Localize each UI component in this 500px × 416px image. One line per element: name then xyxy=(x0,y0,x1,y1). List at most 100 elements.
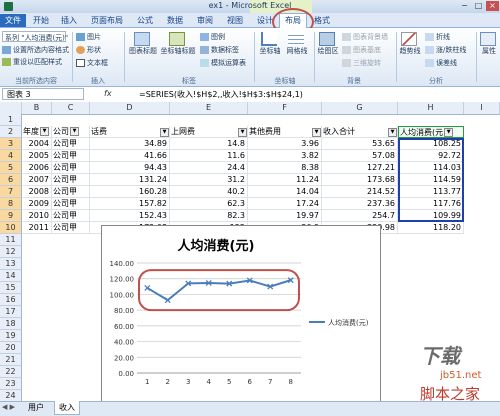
cell-other-fee[interactable]: 3.82 xyxy=(248,150,322,162)
row-header-6[interactable]: 6 xyxy=(0,174,22,186)
cell-company[interactable]: 公司甲 xyxy=(52,198,90,210)
cell-year[interactable]: 2004 xyxy=(22,138,52,150)
sheet-tab-income[interactable]: 收入 xyxy=(54,401,80,415)
cell-phone-fee[interactable]: 131.24 xyxy=(90,174,170,186)
header-year[interactable]: 年度 ▼ xyxy=(22,126,52,138)
header-other-fee[interactable]: 其他费用 ▼ xyxy=(248,126,322,138)
tab-formulas[interactable]: 公式 xyxy=(132,14,158,27)
filter-dropdown-icon[interactable]: ▼ xyxy=(160,128,169,137)
cell-company[interactable]: 公司甲 xyxy=(52,162,90,174)
insert-textbox-button[interactable]: 文本框 xyxy=(76,58,108,68)
data-labels-button[interactable]: 数据标签 xyxy=(200,45,239,55)
row-header-23[interactable]: 23 xyxy=(0,378,22,390)
cell-year[interactable]: 2005 xyxy=(22,150,52,162)
header-company[interactable]: 公司 ▼ xyxy=(52,126,90,138)
cell-other-fee[interactable]: 14.04 xyxy=(248,186,322,198)
cell-other-fee[interactable]: 3.96 xyxy=(248,138,322,150)
tab-data[interactable]: 数据 xyxy=(162,14,188,27)
cell-company[interactable]: 公司甲 xyxy=(52,210,90,222)
axes-button[interactable]: 坐标轴 xyxy=(258,32,282,56)
chart-title-button[interactable]: 图表标题 xyxy=(128,32,158,56)
cell-total-income[interactable]: 53.65 xyxy=(322,138,398,150)
cell-internet-fee[interactable]: 62.3 xyxy=(170,198,248,210)
column-header-c[interactable]: C xyxy=(52,102,90,114)
maximize-button[interactable]: □ xyxy=(472,1,485,11)
fx-icon[interactable]: fx xyxy=(104,89,112,98)
cell-internet-fee[interactable]: 31.2 xyxy=(170,174,248,186)
row-header-17[interactable]: 17 xyxy=(0,306,22,318)
updown-bars-button[interactable]: 涨/跌柱线 xyxy=(425,45,466,55)
cell-per-capita[interactable]: 118.20 xyxy=(398,222,464,234)
reset-style-button[interactable]: 重设以匹配样式 xyxy=(2,57,62,67)
cell-phone-fee[interactable]: 160.28 xyxy=(90,186,170,198)
row-header-11[interactable]: 11 xyxy=(0,234,22,246)
column-header-d[interactable]: D xyxy=(90,102,170,114)
row-header-19[interactable]: 19 xyxy=(0,330,22,342)
cell-total-income[interactable]: 254.7 xyxy=(322,210,398,222)
header-total-income[interactable]: 收入合计 ▼ xyxy=(322,126,398,138)
cell-phone-fee[interactable]: 94.43 xyxy=(90,162,170,174)
plot-area-button[interactable]: 绘图区 xyxy=(316,32,340,56)
select-all-corner[interactable] xyxy=(0,102,22,114)
cell-internet-fee[interactable]: 82.3 xyxy=(170,210,248,222)
filter-dropdown-icon[interactable]: ▼ xyxy=(444,128,454,137)
filter-dropdown-icon[interactable]: ▼ xyxy=(70,127,79,136)
format-selection-button[interactable]: 设置所选内容格式 xyxy=(2,45,69,55)
cell-company[interactable]: 公司甲 xyxy=(52,186,90,198)
close-button[interactable]: × xyxy=(486,1,499,11)
row-header-13[interactable]: 13 xyxy=(0,258,22,270)
cell-other-fee[interactable]: 8.38 xyxy=(248,162,322,174)
cell-year[interactable]: 2006 xyxy=(22,162,52,174)
row-header-8[interactable]: 8 xyxy=(0,198,22,210)
cell-phone-fee[interactable]: 34.89 xyxy=(90,138,170,150)
row-header-2[interactable]: 2 xyxy=(0,126,22,138)
axis-titles-button[interactable]: 坐标轴标题 xyxy=(160,32,196,56)
row-header-4[interactable]: 4 xyxy=(0,150,22,162)
cell-company[interactable]: 公司甲 xyxy=(52,174,90,186)
row-header-21[interactable]: 21 xyxy=(0,354,22,366)
trendline-button[interactable]: 趋势线 xyxy=(398,32,422,56)
chart-floor-button[interactable]: 图表基底 xyxy=(342,45,381,55)
column-header-f[interactable]: F xyxy=(248,102,322,114)
cell-total-income[interactable]: 173.68 xyxy=(322,174,398,186)
column-header-i[interactable]: I xyxy=(464,102,500,114)
row-header-18[interactable]: 18 xyxy=(0,318,22,330)
name-box[interactable]: 图表 3 xyxy=(2,88,84,100)
legend-button[interactable]: 图例 xyxy=(200,32,225,42)
chart-element-selector[interactable]: 系列 "人均消费(元)" xyxy=(2,31,68,42)
cell-company[interactable]: 公司甲 xyxy=(52,138,90,150)
cell-phone-fee[interactable]: 152.43 xyxy=(90,210,170,222)
cell-total-income[interactable]: 237.36 xyxy=(322,198,398,210)
column-header-h[interactable]: H xyxy=(398,102,464,114)
insert-picture-button[interactable]: 图片 xyxy=(76,32,101,42)
column-header-g[interactable]: G xyxy=(322,102,398,114)
row-header-20[interactable]: 20 xyxy=(0,342,22,354)
gridlines-button[interactable]: 网格线 xyxy=(284,32,310,56)
cell-internet-fee[interactable]: 14.8 xyxy=(170,138,248,150)
row-header-3[interactable]: 3 xyxy=(0,138,22,150)
lines-button[interactable]: 折线 xyxy=(425,32,450,42)
properties-button[interactable]: 属性 xyxy=(479,32,499,56)
row-header-16[interactable]: 16 xyxy=(0,294,22,306)
tab-view[interactable]: 视图 xyxy=(222,14,248,27)
tab-review[interactable]: 审阅 xyxy=(192,14,218,27)
tab-page-layout[interactable]: 页面布局 xyxy=(85,14,129,27)
cell-total-income[interactable]: 127.21 xyxy=(322,162,398,174)
cell-other-fee[interactable]: 11.24 xyxy=(248,174,322,186)
row-header-14[interactable]: 14 xyxy=(0,270,22,282)
tab-file[interactable]: 文件 xyxy=(0,14,26,27)
sheet-nav-arrows[interactable]: ◀ ▶ xyxy=(2,403,15,411)
insert-shapes-button[interactable]: 形状 xyxy=(76,45,101,55)
filter-dropdown-icon[interactable]: ▼ xyxy=(312,128,321,137)
header-internet-fee[interactable]: 上网费 ▼ xyxy=(170,126,248,138)
error-bars-button[interactable]: 误差线 xyxy=(425,58,457,68)
header-phone-fee[interactable]: 话费 ▼ xyxy=(90,126,170,138)
excel-app-icon[interactable] xyxy=(4,2,13,11)
cell-company[interactable]: 公司甲 xyxy=(52,150,90,162)
row-header-7[interactable]: 7 xyxy=(0,186,22,198)
cell-year[interactable]: 2007 xyxy=(22,174,52,186)
sheet-tab-users[interactable]: 用户 xyxy=(24,401,48,414)
header-per-capita[interactable]: 人均消费(元 ▼ xyxy=(398,126,464,138)
row-header-10[interactable]: 10 xyxy=(0,222,22,234)
chart-wall-button[interactable]: 图表背景墙 xyxy=(342,32,388,42)
